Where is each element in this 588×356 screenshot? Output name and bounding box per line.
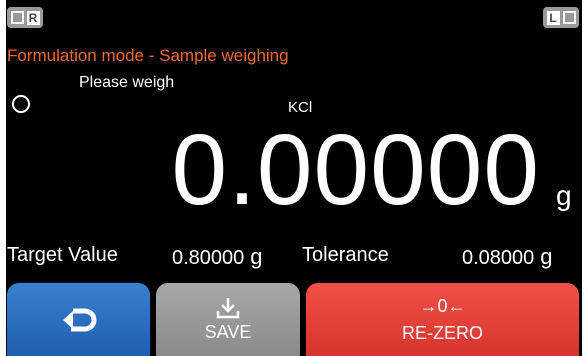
status-bar: R L <box>6 0 582 40</box>
tolerance-unit: g <box>540 244 553 269</box>
tolerance-value: 0.08000 <box>462 247 535 269</box>
right-badge-letter: L <box>546 10 560 25</box>
square-icon <box>562 11 576 24</box>
target-value-group: 0.80000 g <box>172 244 263 270</box>
balance-screen: R L Formulation mode - Sample weighing P… <box>6 0 582 356</box>
weight-unit: g <box>556 180 572 211</box>
mode-title: Formulation mode - Sample weighing <box>7 46 289 65</box>
right-badge: L <box>543 7 579 28</box>
save-button-label: SAVE <box>204 322 252 342</box>
left-badge: R <box>7 7 43 28</box>
target-unit: g <box>250 244 263 269</box>
rezero-icon: →0← <box>419 295 466 316</box>
stability-circle-icon <box>12 95 30 113</box>
square-icon <box>10 11 24 24</box>
target-label: Target Value <box>7 244 118 266</box>
weight-display: 0.00000 <box>171 114 540 226</box>
back-button[interactable] <box>7 283 150 356</box>
tolerance-value-group: 0.08000 g <box>462 244 553 270</box>
rezero-button-label: RE-ZERO <box>402 322 483 343</box>
download-icon <box>216 298 240 319</box>
target-value: 0.80000 <box>172 247 245 269</box>
rezero-button[interactable]: →0← RE-ZERO <box>306 283 579 356</box>
tolerance-label: Tolerance <box>302 244 389 266</box>
left-badge-letter: R <box>26 10 40 25</box>
return-arrow-icon <box>62 308 96 331</box>
prompt-text: Please weigh <box>79 74 175 91</box>
save-button[interactable]: SAVE <box>156 283 300 356</box>
